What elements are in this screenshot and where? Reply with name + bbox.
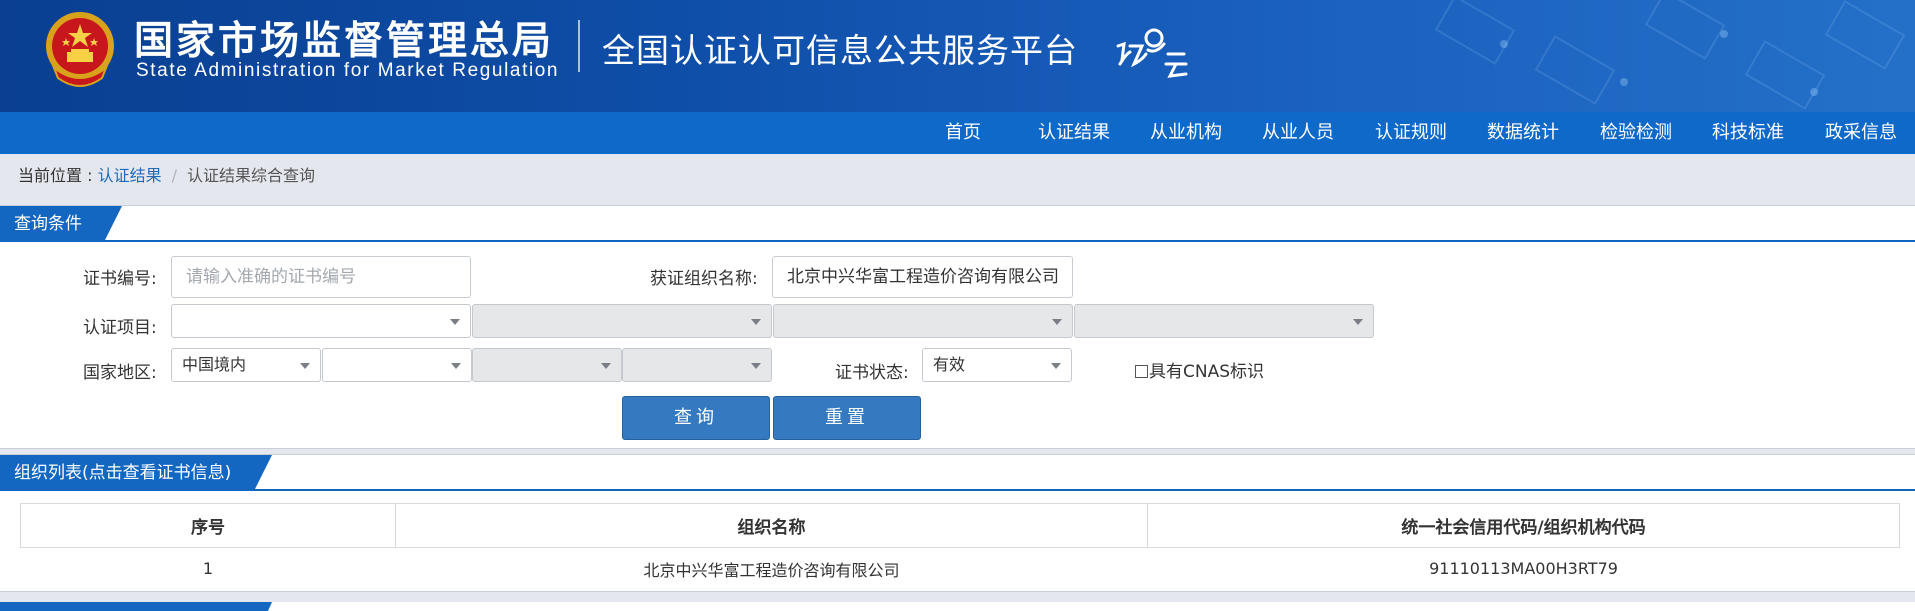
renzheng-cloud-logo-icon [1116, 28, 1188, 78]
org-name-cn: 国家市场监督管理总局 [134, 19, 555, 64]
chevron-down-icon [751, 363, 761, 369]
project-label: 认证项目: [83, 318, 157, 338]
title-divider [578, 20, 580, 72]
project-select-4[interactable] [1074, 304, 1374, 338]
status-select[interactable]: 有效 [922, 348, 1072, 382]
query-panel-title: 查询条件 [0, 206, 122, 242]
chevron-down-icon [1353, 319, 1363, 325]
org-name-en: State Administration for Market Regulati… [136, 60, 560, 81]
breadcrumb-link-cert-results[interactable]: 认证结果 [98, 166, 162, 185]
cert-no-label: 证书编号: [83, 269, 157, 289]
decorative-dot [1720, 30, 1728, 38]
chevron-down-icon [450, 319, 460, 325]
nav-cert-rules[interactable]: 认证规则 [1375, 112, 1447, 154]
project-select-3[interactable] [773, 304, 1073, 338]
cert-no-input[interactable]: 请输入准确的证书编号 [171, 256, 471, 298]
status-select-value: 有效 [933, 355, 966, 374]
region-select-district[interactable] [622, 348, 772, 382]
table-header-row: 序号 组织名称 统一社会信用代码/组织机构代码 [20, 503, 1900, 548]
status-label: 证书状态: [835, 363, 909, 383]
region-select-country[interactable]: 中国境内 [171, 348, 321, 382]
cell-credit-code: 91110113MA00H3RT79 [1429, 559, 1618, 579]
chevron-down-icon [1051, 363, 1061, 369]
national-emblem-icon [46, 12, 114, 87]
next-panel [0, 602, 1915, 611]
cnas-checkbox-label: 具有CNAS标识 [1149, 362, 1265, 382]
decorative-hex [1534, 35, 1616, 105]
breadcrumb: 当前位置 : 认证结果 / 认证结果综合查询 [0, 154, 1915, 198]
column-header-credit-code: 统一社会信用代码/组织机构代码 [1147, 503, 1900, 548]
breadcrumb-prefix: 当前位置 : [18, 166, 98, 185]
search-button[interactable]: 查询 [622, 396, 770, 440]
nav-personnel[interactable]: 从业人员 [1262, 112, 1334, 154]
query-panel-header: 查询条件 [0, 206, 1915, 242]
region-label: 国家地区: [83, 363, 157, 383]
platform-title: 全国认证认可信息公共服务平台 [602, 31, 1078, 70]
decorative-hex [1434, 0, 1516, 65]
project-select-1[interactable] [171, 304, 471, 338]
decorative-dot [1500, 40, 1508, 48]
cell-index: 1 [202, 559, 214, 579]
results-panel-header: 组织列表(点击查看证书信息) [0, 455, 1915, 491]
org-name-label: 获证组织名称: [650, 269, 758, 289]
decorative-dot [1810, 88, 1818, 96]
nav-institutions[interactable]: 从业机构 [1150, 112, 1222, 154]
main-nav: 首页 认证结果 从业机构 从业人员 认证规则 数据统计 检验检测 科技标准 政采… [0, 112, 1915, 154]
column-header-index: 序号 [20, 503, 396, 548]
region-select-value: 中国境内 [182, 355, 247, 374]
checkbox-box[interactable] [1135, 365, 1148, 378]
decorative-dot [1620, 78, 1628, 86]
query-panel: 查询条件 证书编号: 请输入准确的证书编号 获证组织名称: 北京中兴华富工程造价… [0, 205, 1915, 449]
breadcrumb-current: 认证结果综合查询 [186, 166, 315, 185]
cell-org-name[interactable]: 北京中兴华富工程造价咨询有限公司 [396, 548, 1148, 590]
nav-inspection[interactable]: 检验检测 [1600, 112, 1672, 154]
chevron-down-icon [300, 363, 310, 369]
nav-procurement[interactable]: 政采信息 [1825, 112, 1897, 154]
decorative-hex [1824, 0, 1906, 70]
chevron-down-icon [451, 363, 461, 369]
chevron-down-icon [1052, 319, 1062, 325]
header-banner: 国家市场监督管理总局 State Administration for Mark… [0, 0, 1915, 112]
column-header-org-name: 组织名称 [395, 503, 1148, 548]
next-panel-tab [0, 602, 272, 611]
chevron-down-icon [751, 319, 761, 325]
nav-standards[interactable]: 科技标准 [1712, 112, 1784, 154]
decorative-hex [1744, 40, 1826, 110]
table-row[interactable]: 1 北京中兴华富工程造价咨询有限公司 91110113MA00H3RT79 [21, 548, 1900, 590]
results-table: 序号 组织名称 统一社会信用代码/组织机构代码 1 北京中兴华富工程造价咨询有限… [20, 503, 1900, 590]
results-panel-title: 组织列表(点击查看证书信息) [0, 455, 272, 491]
org-name-input[interactable]: 北京中兴华富工程造价咨询有限公司 [772, 256, 1073, 298]
nav-statistics[interactable]: 数据统计 [1487, 112, 1559, 154]
cnas-checkbox[interactable]: 具有CNAS标识 [1135, 357, 1264, 382]
reset-button[interactable]: 重置 [773, 396, 921, 440]
decorative-hex [1644, 0, 1726, 60]
region-select-province[interactable] [322, 348, 472, 382]
nav-cert-results[interactable]: 认证结果 [1038, 112, 1110, 154]
results-panel: 组织列表(点击查看证书信息) 序号 组织名称 统一社会信用代码/组织机构代码 1… [0, 454, 1915, 592]
project-select-2[interactable] [472, 304, 772, 338]
nav-home[interactable]: 首页 [945, 112, 981, 154]
region-select-city[interactable] [472, 348, 622, 382]
chevron-down-icon [601, 363, 611, 369]
breadcrumb-separator: / [171, 166, 177, 185]
